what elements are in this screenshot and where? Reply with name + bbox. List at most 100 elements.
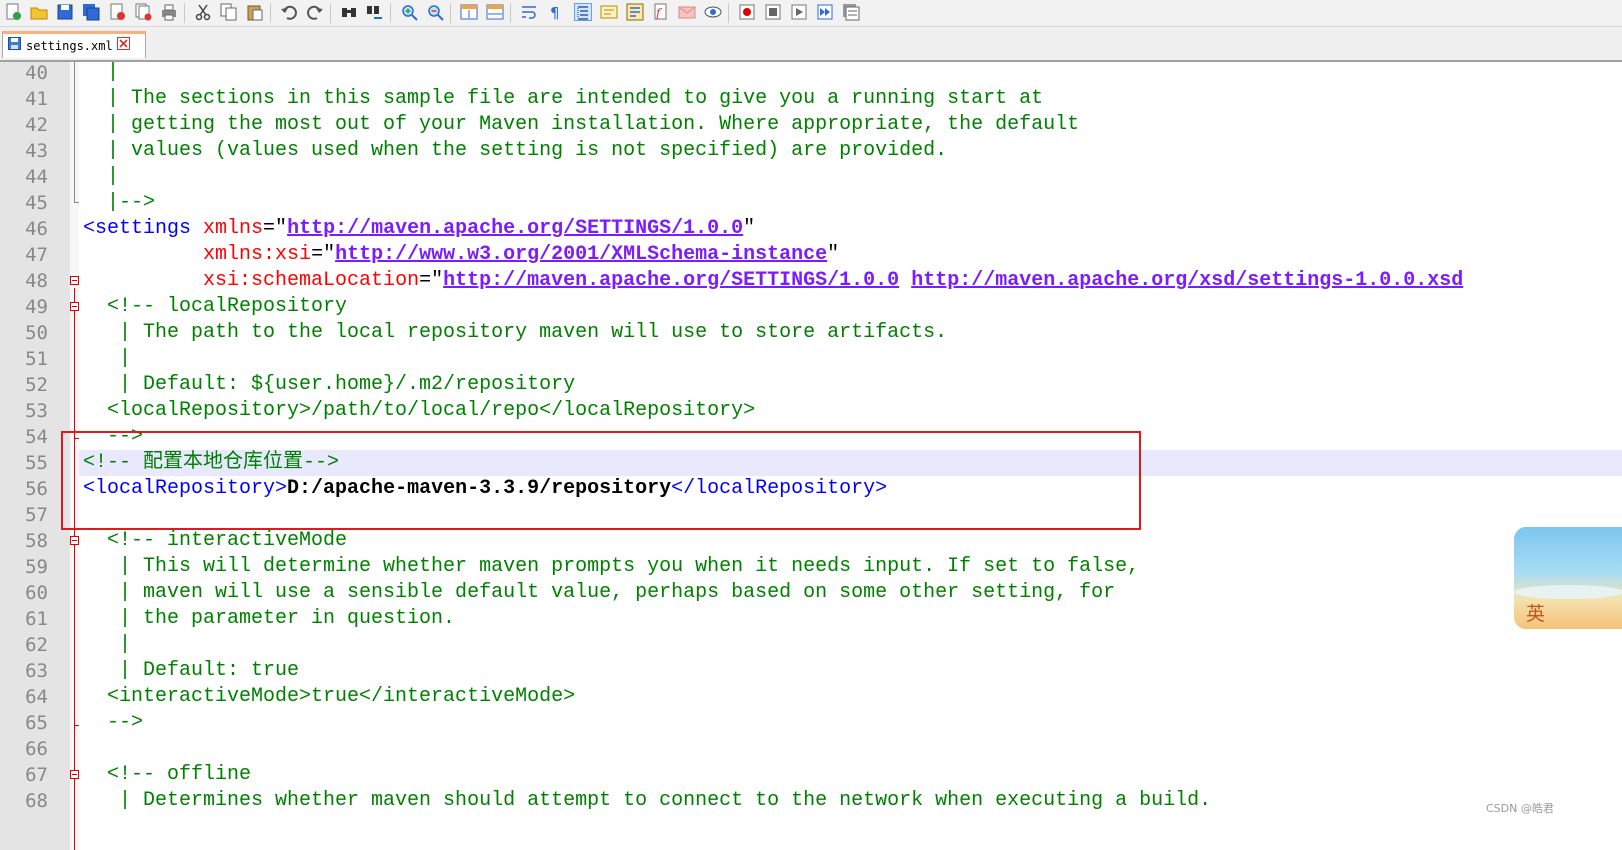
code-line[interactable]: 47 xmlns:xsi="http://www.w3.org/2001/XML… bbox=[0, 242, 1622, 268]
code-line[interactable]: 67 <!-- offline bbox=[0, 762, 1622, 788]
function-list-icon[interactable] bbox=[626, 3, 644, 21]
line-code: | Default: true bbox=[79, 658, 1622, 684]
fold-toggle-icon[interactable] bbox=[70, 294, 79, 320]
code-line[interactable]: 61 | the parameter in question. bbox=[0, 606, 1622, 632]
url-link[interactable]: http://www.w3.org/2001/XMLSchema-instanc… bbox=[335, 243, 827, 266]
find-icon[interactable] bbox=[340, 3, 358, 21]
line-number: 55 bbox=[25, 452, 48, 474]
url-link[interactable]: http://maven.apache.org/SETTINGS/1.0.0 bbox=[287, 217, 743, 240]
folder-workspace-icon[interactable]: f bbox=[652, 3, 670, 21]
zoom-out-icon[interactable] bbox=[426, 3, 444, 21]
open-file-icon[interactable] bbox=[30, 3, 48, 21]
line-number: 40 bbox=[25, 62, 48, 84]
close-icon[interactable] bbox=[108, 3, 126, 21]
eye-icon[interactable] bbox=[704, 3, 722, 21]
undo-icon[interactable] bbox=[280, 3, 298, 21]
code-line[interactable]: 64 <interactiveMode>true</interactiveMod… bbox=[0, 684, 1622, 710]
close-all-icon[interactable] bbox=[134, 3, 152, 21]
code-line[interactable]: 44 | bbox=[0, 164, 1622, 190]
tab-close-icon[interactable] bbox=[116, 37, 130, 55]
line-number: 47 bbox=[25, 244, 48, 266]
code-line[interactable]: 50 | The path to the local repository ma… bbox=[0, 320, 1622, 346]
sync-horizontal-icon[interactable] bbox=[486, 3, 504, 21]
line-number: 59 bbox=[25, 556, 48, 578]
line-code: | bbox=[79, 60, 1622, 86]
code-token: | Default: true bbox=[83, 659, 300, 682]
run-macro-multiple-icon[interactable] bbox=[816, 3, 834, 21]
line-number: 42 bbox=[25, 114, 48, 136]
code-token: | This will determine whether maven prom… bbox=[83, 555, 1140, 578]
paste-icon[interactable] bbox=[246, 3, 264, 21]
print-icon[interactable] bbox=[160, 3, 178, 21]
ime-indicator[interactable]: 英 bbox=[1514, 527, 1622, 629]
code-line[interactable]: 63 | Default: true bbox=[0, 658, 1622, 684]
fold-toggle-icon[interactable] bbox=[70, 528, 79, 554]
show-all-chars-icon[interactable]: ¶ bbox=[546, 3, 564, 21]
doc-map-icon[interactable] bbox=[600, 3, 618, 21]
code-token: <settings bbox=[83, 217, 204, 240]
code-line[interactable]: 60 | maven will use a sensible default v… bbox=[0, 580, 1622, 606]
fold-line bbox=[74, 62, 75, 202]
play-macro-icon[interactable] bbox=[790, 3, 808, 21]
new-file-icon[interactable] bbox=[4, 3, 22, 21]
sync-vertical-icon[interactable] bbox=[460, 3, 478, 21]
line-code: | Determines whether maven should attemp… bbox=[79, 788, 1622, 814]
indent-guide-icon[interactable] bbox=[574, 3, 592, 21]
code-token: --> bbox=[83, 711, 144, 734]
line-number: 50 bbox=[25, 322, 48, 344]
replace-icon[interactable] bbox=[366, 3, 384, 21]
fold-toggle-icon[interactable] bbox=[70, 762, 79, 788]
monitoring-icon[interactable] bbox=[678, 3, 696, 21]
tab-settings-xml[interactable]: settings.xml bbox=[2, 31, 146, 58]
copy-icon[interactable] bbox=[220, 3, 238, 21]
code-line[interactable]: 66 bbox=[0, 736, 1622, 762]
line-number: 54 bbox=[25, 426, 48, 448]
code-line[interactable]: 53 <localRepository>/path/to/local/repo<… bbox=[0, 398, 1622, 424]
code-line[interactable]: 68 | Determines whether maven should att… bbox=[0, 788, 1622, 814]
code-line[interactable]: 58 <!-- interactiveMode bbox=[0, 528, 1622, 554]
code-line[interactable]: 43 | values (values used when the settin… bbox=[0, 138, 1622, 164]
url-link[interactable]: http://maven.apache.org/xsd/settings-1.0… bbox=[911, 269, 1463, 292]
redo-icon[interactable] bbox=[306, 3, 324, 21]
line-number: 68 bbox=[25, 790, 48, 812]
code-line[interactable]: 59 | This will determine whether maven p… bbox=[0, 554, 1622, 580]
code-line[interactable]: 62 | bbox=[0, 632, 1622, 658]
line-code: <!-- localRepository bbox=[79, 294, 1622, 320]
code-line[interactable]: 65 --> bbox=[0, 710, 1622, 736]
fold-toggle-icon[interactable] bbox=[70, 268, 79, 294]
code-line[interactable]: 42 | getting the most out of your Maven … bbox=[0, 112, 1622, 138]
line-number: 49 bbox=[25, 296, 48, 318]
line-number: 46 bbox=[25, 218, 48, 240]
code-line[interactable]: 41 | The sections in this sample file ar… bbox=[0, 86, 1622, 112]
line-code: | This will determine whether maven prom… bbox=[79, 554, 1622, 580]
code-token: | maven will use a sensible default valu… bbox=[83, 581, 1116, 604]
word-wrap-icon[interactable] bbox=[520, 3, 538, 21]
line-number: 44 bbox=[25, 166, 48, 188]
fold-minus-box bbox=[70, 276, 79, 285]
svg-text:¶: ¶ bbox=[550, 4, 560, 21]
save-all-icon[interactable] bbox=[82, 3, 100, 21]
line-code: xsi:schemaLocation="http://maven.apache.… bbox=[79, 268, 1622, 294]
code-line[interactable]: 52 | Default: ${user.home}/.m2/repositor… bbox=[0, 372, 1622, 398]
toolbar-separator bbox=[728, 3, 729, 23]
toolbar-separator bbox=[270, 3, 271, 23]
code-line[interactable]: 48 xsi:schemaLocation="http://maven.apac… bbox=[0, 268, 1622, 294]
zoom-in-icon[interactable] bbox=[400, 3, 418, 21]
toolbar-separator bbox=[330, 3, 331, 23]
code-token: <!-- interactiveMode bbox=[83, 529, 348, 552]
code-line[interactable]: 49 <!-- localRepository bbox=[0, 294, 1622, 320]
code-line[interactable]: 51 | bbox=[0, 346, 1622, 372]
fold-line-end bbox=[74, 202, 79, 203]
save-macro-icon[interactable] bbox=[842, 3, 860, 21]
code-line[interactable]: 40 | bbox=[0, 60, 1622, 86]
code-token: | values (values used when the setting i… bbox=[83, 139, 948, 162]
code-line[interactable]: 45 |--> bbox=[0, 190, 1622, 216]
line-code: --> bbox=[79, 710, 1622, 736]
stop-record-icon[interactable] bbox=[764, 3, 782, 21]
save-icon[interactable] bbox=[56, 3, 74, 21]
cut-icon[interactable] bbox=[194, 3, 212, 21]
record-macro-icon[interactable] bbox=[738, 3, 756, 21]
code-line[interactable]: 46 <settings xmlns="http://maven.apache.o… bbox=[0, 216, 1622, 242]
url-link[interactable]: http://maven.apache.org/SETTINGS/1.0.0 bbox=[443, 269, 899, 292]
